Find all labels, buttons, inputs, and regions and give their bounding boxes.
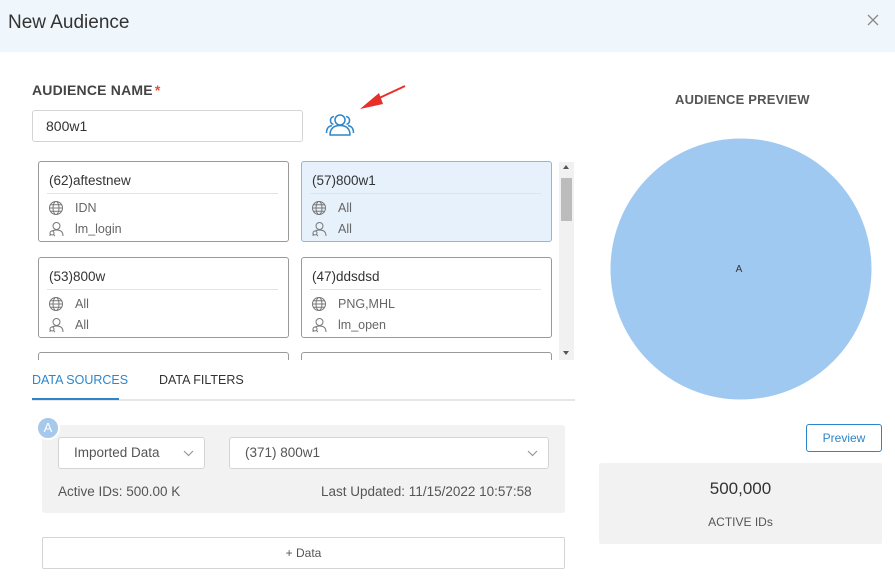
dialog-title: New Audience xyxy=(8,12,130,33)
audience-card[interactable]: (47)ddsdsd PNG,MHL lm_open xyxy=(301,257,552,338)
card-divider xyxy=(47,193,278,194)
scroll-up-icon[interactable] xyxy=(563,165,569,169)
card-event: All xyxy=(338,222,352,236)
tab-data-sources[interactable]: DATA SOURCES xyxy=(32,373,128,387)
card-region-row: All xyxy=(311,200,352,216)
source-type-value: Imported Data xyxy=(74,445,160,460)
card-title: (47)ddsdsd xyxy=(312,269,380,284)
card-divider xyxy=(47,289,278,290)
card-region-row: IDN xyxy=(48,200,97,216)
card-title: (53)800w xyxy=(49,269,106,284)
audience-card[interactable]: (53)800w All All xyxy=(38,257,289,338)
card-event-row: All xyxy=(311,221,352,237)
card-divider xyxy=(310,193,541,194)
active-ids-label: ACTIVE IDs xyxy=(708,515,773,529)
card-region: IDN xyxy=(75,201,97,215)
card-region: All xyxy=(338,201,352,215)
card-title: (62)aftestnew xyxy=(49,173,131,188)
card-event-row: All xyxy=(48,317,89,333)
active-ids-summary: 500,000 ACTIVE IDs xyxy=(599,463,882,544)
card-region: All xyxy=(75,297,89,311)
source-type-select[interactable]: Imported Data xyxy=(58,437,205,469)
users-group-icon[interactable] xyxy=(325,112,355,138)
user-search-icon xyxy=(49,222,64,237)
audience-name-input[interactable] xyxy=(32,110,303,142)
audience-card-selected[interactable]: (57)800w1 All All xyxy=(301,161,552,242)
user-search-icon xyxy=(49,318,64,333)
card-title: (57)800w1 xyxy=(312,173,376,188)
new-audience-dialog: New Audience AUDIENCE NAME* (62)aftestne… xyxy=(0,0,895,586)
audience-name-label-text: AUDIENCE NAME xyxy=(32,82,153,98)
audience-name-label: AUDIENCE NAME * xyxy=(32,82,160,98)
audience-card[interactable]: (62)aftestnew IDN lm_login xyxy=(38,161,289,242)
audience-card-list: (62)aftestnew IDN lm_login (57)800w1 All… xyxy=(32,158,575,360)
data-tabs: DATA SOURCES DATA FILTERS xyxy=(32,372,575,401)
globe-icon xyxy=(49,201,63,215)
last-updated-text: Last Updated: 11/15/2022 10:57:58 xyxy=(321,484,532,499)
dataset-select[interactable]: (371) 800w1 xyxy=(229,437,549,469)
source-badge: A xyxy=(36,416,60,440)
active-ids-count: 500,000 xyxy=(709,479,772,498)
audience-card-partial[interactable] xyxy=(301,352,552,360)
globe-icon xyxy=(312,297,326,311)
card-region-row: All xyxy=(48,296,89,312)
add-data-button[interactable]: + Data xyxy=(42,537,565,569)
chevron-down-icon xyxy=(183,450,194,457)
card-list-scrollbar[interactable] xyxy=(559,162,574,360)
dialog-header: New Audience xyxy=(0,0,895,52)
chevron-down-icon xyxy=(527,450,538,457)
active-ids-text: Active IDs: 500.00 K xyxy=(58,484,181,499)
data-source-panel: Imported Data (371) 800w1 xyxy=(42,425,565,513)
globe-icon xyxy=(312,201,326,215)
scroll-down-icon[interactable] xyxy=(563,351,569,355)
active-tab-indicator xyxy=(32,398,119,400)
card-divider xyxy=(310,289,541,290)
venn-set-a-label: A xyxy=(736,264,743,275)
card-event: lm_login xyxy=(75,222,122,236)
user-search-icon xyxy=(312,318,327,333)
card-region: PNG,MHL xyxy=(338,297,395,311)
card-event-row: lm_open xyxy=(311,317,386,333)
tab-data-filters[interactable]: DATA FILTERS xyxy=(159,373,244,387)
user-search-icon xyxy=(312,222,327,237)
globe-icon xyxy=(49,297,63,311)
dataset-value: (371) 800w1 xyxy=(245,445,321,460)
scrollbar-thumb[interactable] xyxy=(561,178,572,221)
audience-card-partial[interactable] xyxy=(38,352,289,360)
card-event: lm_open xyxy=(338,318,386,332)
required-mark: * xyxy=(154,82,161,98)
card-region-row: PNG,MHL xyxy=(311,296,395,312)
red-arrow-annotation xyxy=(360,85,406,109)
close-icon[interactable] xyxy=(865,12,881,28)
card-event: All xyxy=(75,318,89,332)
audience-preview-title: AUDIENCE PREVIEW xyxy=(675,92,810,107)
venn-diagram: A xyxy=(609,137,873,401)
card-event-row: lm_login xyxy=(48,221,122,237)
preview-button[interactable]: Preview xyxy=(806,424,882,452)
